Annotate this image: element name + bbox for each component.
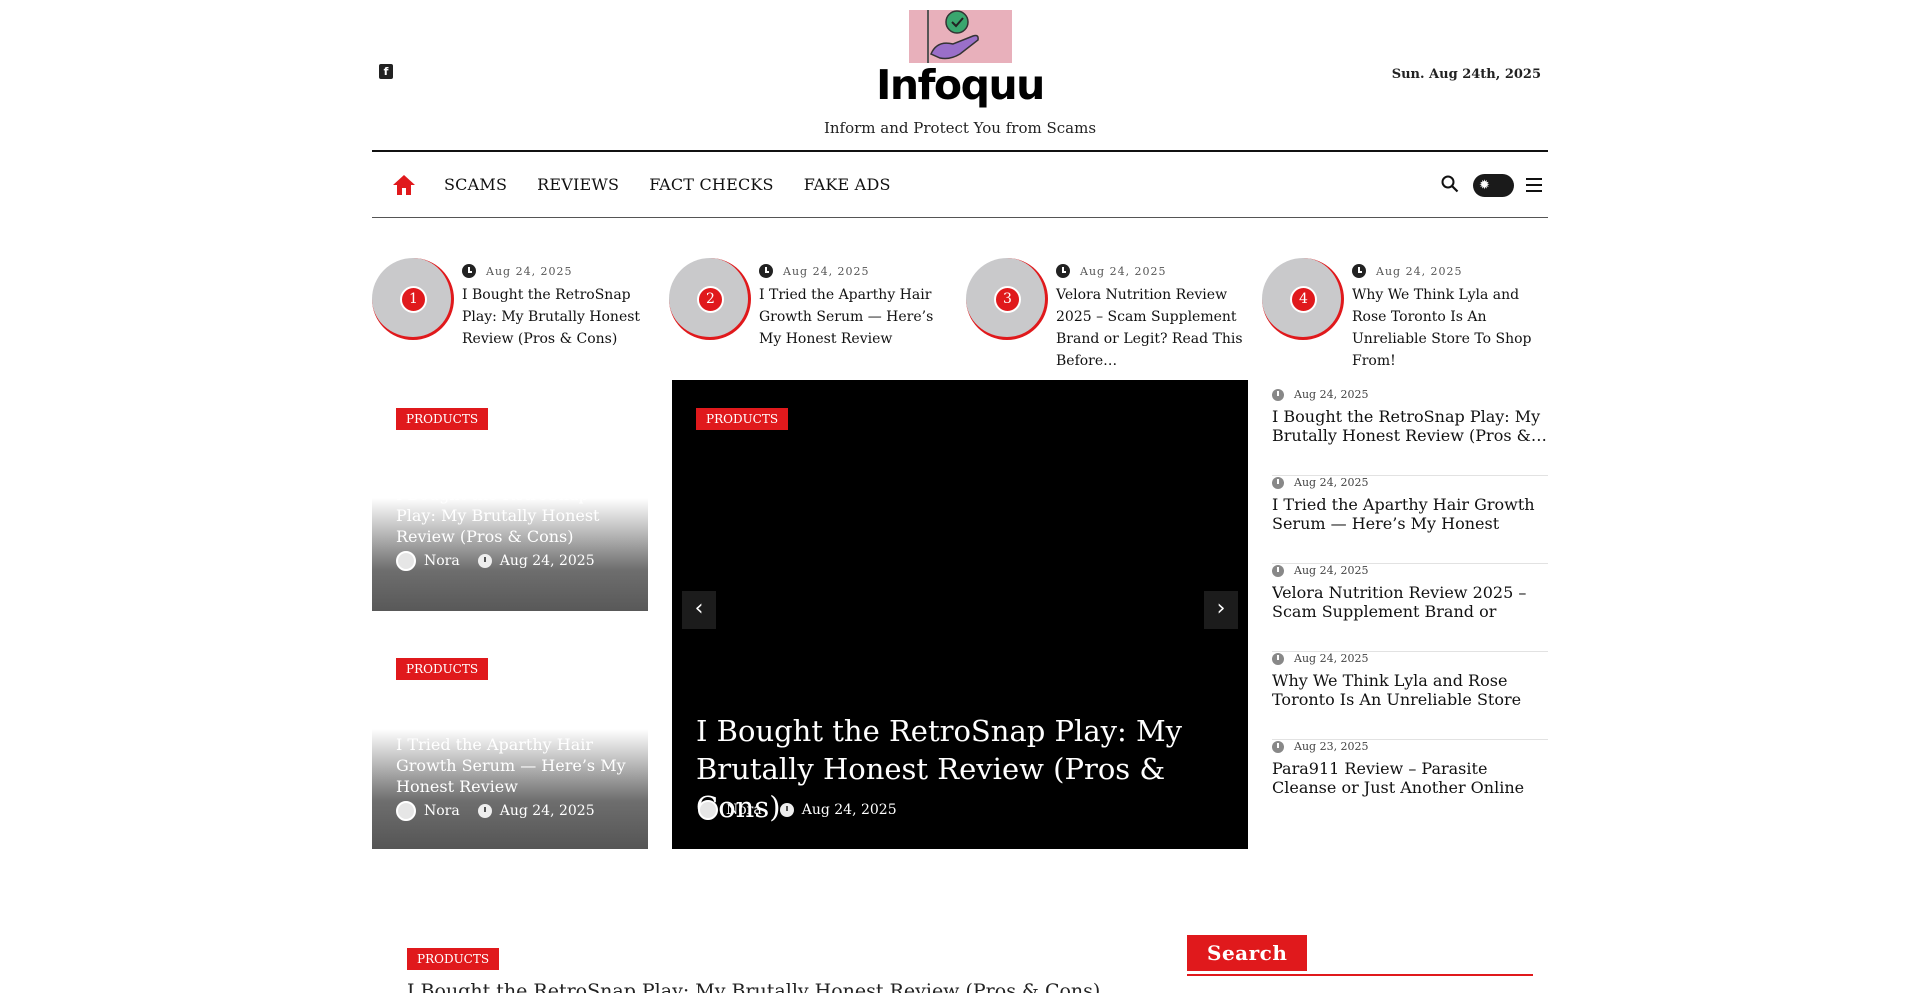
- trending-title[interactable]: Velora Nutrition Review 2025 – Scam Supp…: [1056, 284, 1256, 372]
- post-date: Aug 24, 2025: [1294, 652, 1369, 665]
- post-title[interactable]: I Tried the Aparthy Hair Growth Serum — …: [1272, 495, 1548, 533]
- list-item[interactable]: Aug 23, 2025 Para911 Review – Parasite C…: [1272, 740, 1548, 828]
- category-badge[interactable]: PRODUCTS: [407, 948, 500, 970]
- post-date: Aug 24, 2025: [801, 802, 897, 818]
- post-date: Aug 24, 2025: [499, 553, 595, 569]
- category-badge[interactable]: PRODUCTS: [396, 408, 489, 430]
- list-item[interactable]: Aug 24, 2025 I Tried the Aparthy Hair Gr…: [1272, 476, 1548, 564]
- nav-item-scams[interactable]: SCAMS: [444, 175, 507, 194]
- featured-card[interactable]: PRODUCTS I Tried the Aparthy Hair Growth…: [372, 611, 648, 849]
- post-date: Aug 24, 2025: [1294, 388, 1369, 401]
- clock-icon: [1272, 388, 1284, 401]
- trending-number: 1: [400, 286, 427, 313]
- sun-icon: ✹: [1479, 178, 1490, 193]
- card-title[interactable]: I Bought the RetroSnap Play: My Brutally…: [396, 484, 626, 547]
- trending-item[interactable]: 3 Aug 24, 2025 Velora Nutrition Review 2…: [966, 258, 1256, 369]
- clock-icon: [477, 804, 492, 818]
- avatar: [396, 801, 416, 821]
- trending-date: Aug 24, 2025: [486, 264, 573, 278]
- post-date: Aug 24, 2025: [499, 803, 595, 819]
- trending-date: Aug 24, 2025: [1376, 264, 1463, 278]
- current-date: Sun. Aug 24th, 2025: [1391, 67, 1541, 82]
- clock-icon: [477, 554, 492, 568]
- trending-date: Aug 24, 2025: [783, 264, 870, 278]
- avatar: [698, 800, 718, 820]
- category-badge[interactable]: PRODUCTS: [696, 408, 789, 430]
- post-title[interactable]: Velora Nutrition Review 2025 – Scam Supp…: [1272, 583, 1548, 621]
- clock-icon: [1352, 264, 1366, 278]
- menu-icon[interactable]: [1526, 177, 1542, 196]
- post-title[interactable]: Para911 Review – Parasite Cleanse or Jus…: [1272, 759, 1548, 797]
- nav-item-reviews[interactable]: REVIEWS: [537, 175, 619, 194]
- search-icon[interactable]: [1441, 175, 1459, 197]
- author-name[interactable]: Nora: [424, 553, 460, 569]
- main-slider[interactable]: PRODUCTS ‹ › I Bought the RetroSnap Play…: [672, 380, 1248, 849]
- clock-icon: [1272, 564, 1284, 577]
- site-logo[interactable]: [909, 10, 1012, 63]
- clock-icon: [1272, 740, 1284, 753]
- trending-date: Aug 24, 2025: [1080, 264, 1167, 278]
- trending-item[interactable]: 1 Aug 24, 2025 I Bought the RetroSnap Pl…: [372, 258, 662, 348]
- category-badge[interactable]: PRODUCTS: [396, 658, 489, 680]
- trending-title[interactable]: Why We Think Lyla and Rose Toronto Is An…: [1352, 284, 1552, 372]
- post-title[interactable]: I Bought the RetroSnap Play: My Brutally…: [407, 980, 1100, 993]
- trending-number: 2: [697, 286, 724, 313]
- post-title[interactable]: Why We Think Lyla and Rose Toronto Is An…: [1272, 671, 1548, 709]
- featured-card[interactable]: PRODUCTS I Bought the RetroSnap Play: My…: [372, 380, 648, 618]
- trending-title[interactable]: I Bought the RetroSnap Play: My Brutally…: [462, 284, 662, 350]
- card-title[interactable]: I Tried the Aparthy Hair Growth Serum — …: [396, 734, 626, 797]
- search-heading-label: Search: [1187, 935, 1308, 971]
- trending-title[interactable]: I Tried the Aparthy Hair Growth Serum — …: [759, 284, 959, 350]
- list-item[interactable]: Aug 24, 2025 I Bought the RetroSnap Play…: [1272, 388, 1548, 476]
- trending-item[interactable]: 2 Aug 24, 2025 I Tried the Aparthy Hair …: [669, 258, 959, 348]
- nav-item-fact-checks[interactable]: FACT CHECKS: [649, 175, 774, 194]
- trending-number: 3: [994, 286, 1021, 313]
- post-title[interactable]: I Bought the RetroSnap Play: My Brutally…: [1272, 407, 1548, 445]
- author-name[interactable]: Nora: [424, 803, 460, 819]
- latest-posts-list: Aug 24, 2025 I Bought the RetroSnap Play…: [1272, 388, 1548, 828]
- avatar: [396, 551, 416, 571]
- home-icon[interactable]: [392, 174, 416, 200]
- clock-icon: [1272, 476, 1284, 489]
- clock-icon: [462, 264, 476, 278]
- clock-icon: [1056, 264, 1070, 278]
- theme-toggle[interactable]: ✹: [1473, 174, 1514, 197]
- list-item[interactable]: Aug 24, 2025 Velora Nutrition Review 202…: [1272, 564, 1548, 652]
- nav-item-fake-ads[interactable]: FAKE ADS: [804, 175, 891, 194]
- facebook-icon[interactable]: f: [379, 64, 393, 79]
- search-widget-heading: Search: [1187, 935, 1533, 976]
- clock-icon: [759, 264, 773, 278]
- main-nav: SCAMS REVIEWS FACT CHECKS FAKE ADS ✹: [372, 150, 1548, 218]
- post-date: Aug 23, 2025: [1294, 740, 1369, 753]
- clock-icon: [779, 803, 794, 817]
- author-name[interactable]: Nora: [726, 802, 762, 818]
- trending-item[interactable]: 4 Aug 24, 2025 Why We Think Lyla and Ros…: [1262, 258, 1552, 369]
- site-title[interactable]: Infoquu: [760, 61, 1160, 109]
- site-tagline: Inform and Protect You from Scams: [823, 119, 1097, 137]
- post-date: Aug 24, 2025: [1294, 476, 1369, 489]
- trending-number: 4: [1290, 286, 1317, 313]
- list-item[interactable]: Aug 24, 2025 Why We Think Lyla and Rose …: [1272, 652, 1548, 740]
- clock-icon: [1272, 652, 1284, 665]
- slider-prev-button[interactable]: ‹: [682, 591, 716, 629]
- slider-next-button[interactable]: ›: [1204, 591, 1238, 629]
- post-date: Aug 24, 2025: [1294, 564, 1369, 577]
